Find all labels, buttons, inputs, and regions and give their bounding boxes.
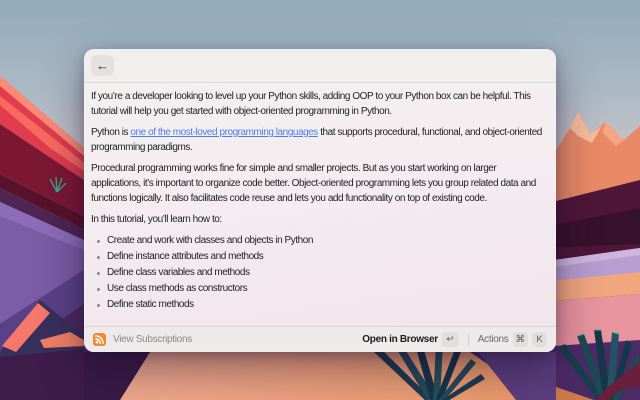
window-footer: View Subscriptions Open in Browser ↵ Act… (84, 326, 556, 352)
footer-divider (468, 334, 469, 346)
list-item: Define class variables and methods (107, 265, 547, 281)
sand-path (118, 352, 540, 400)
footer-actions: Open in Browser ↵ Actions ⌘ K (362, 332, 547, 347)
command-keycap: ⌘ (513, 332, 529, 347)
view-subscriptions: View Subscriptions (93, 333, 192, 346)
paragraph: In this tutorial, you’ll learn how to: (91, 212, 547, 227)
paragraph-text: Python is (91, 127, 130, 138)
paragraph: Procedural programming works fine for si… (91, 161, 547, 206)
k-keycap: K (532, 332, 547, 347)
list-item: Create and work with classes and objects… (107, 233, 547, 249)
enter-keycap: ↵ (442, 332, 459, 347)
article-reader-window: ← If you’re a developer looking to level… (84, 49, 556, 352)
actions-button[interactable]: Actions ⌘ K (478, 332, 547, 347)
open-in-browser-button[interactable]: Open in Browser ↵ (362, 332, 459, 347)
article-link[interactable]: one of the most-loved programming langua… (130, 127, 317, 138)
window-header: ← (84, 49, 556, 83)
list-item: Define instance attributes and methods (107, 249, 547, 265)
back-button[interactable]: ← (91, 55, 114, 76)
open-in-browser-label: Open in Browser (362, 334, 438, 345)
learning-goals-list: Create and work with classes and objects… (91, 233, 547, 313)
article-body: If you’re a developer looking to level u… (84, 83, 556, 326)
view-subscriptions-label: View Subscriptions (113, 334, 192, 345)
actions-label: Actions (478, 334, 509, 345)
list-item: Define static methods (107, 297, 547, 313)
list-item: Use class methods as constructors (107, 281, 547, 297)
back-arrow-icon: ← (96, 59, 109, 72)
paragraph: If you’re a developer looking to level u… (91, 89, 547, 119)
rss-icon (93, 333, 106, 346)
paragraph: Python is one of the most-loved programm… (91, 125, 547, 155)
